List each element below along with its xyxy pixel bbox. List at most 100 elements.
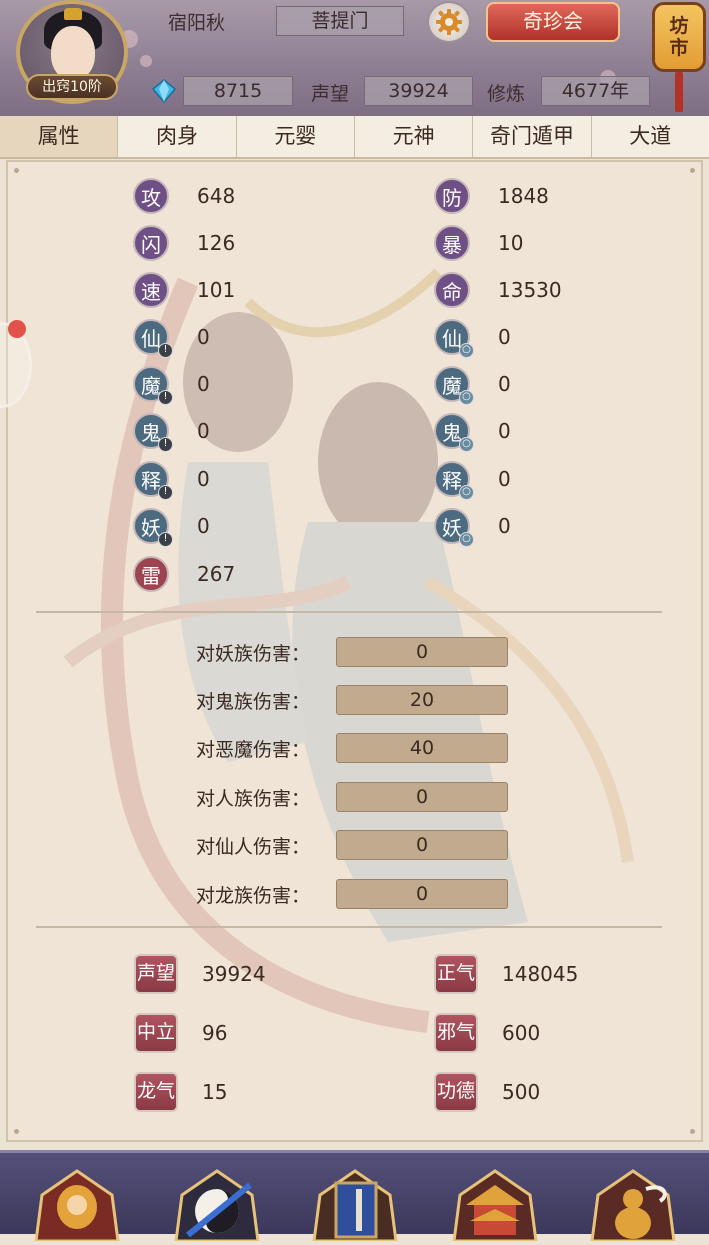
tab-qimen-dunjia[interactable]: 奇门遁甲 bbox=[473, 116, 592, 157]
pagoda-icon bbox=[452, 1169, 538, 1243]
damage-value: 0 bbox=[336, 782, 508, 812]
reputation-value: 39924 bbox=[364, 76, 473, 106]
damage-value: 0 bbox=[336, 830, 508, 860]
rep-badge-icon: 邪气 bbox=[434, 1013, 478, 1053]
lantern-tassel bbox=[675, 72, 683, 112]
book-icon bbox=[312, 1169, 398, 1243]
defense-value: 1848 bbox=[498, 184, 549, 208]
defense-icon: 防 bbox=[434, 178, 470, 214]
nav-gourd-button[interactable] bbox=[584, 1165, 682, 1243]
damage-value: 40 bbox=[336, 733, 508, 763]
rep-stat: 声望 39924 bbox=[134, 952, 266, 996]
stat-thunder: 雷 267 bbox=[133, 554, 235, 594]
nav-scripture-button[interactable] bbox=[306, 1165, 404, 1243]
rep-value: 148045 bbox=[502, 962, 579, 986]
tab-bar: 属性 肉身 元婴 元神 奇门遁甲 大道 bbox=[0, 116, 709, 159]
corner-ornament bbox=[690, 1129, 695, 1134]
nav-character-button[interactable] bbox=[28, 1165, 126, 1243]
thunder-value: 267 bbox=[197, 562, 236, 586]
tab-primordial-spirit[interactable]: 元神 bbox=[355, 116, 474, 157]
tab-nascent-soul[interactable]: 元婴 bbox=[237, 116, 355, 157]
corner-ornament bbox=[690, 168, 695, 173]
stat-buddha-attack: 释! 0 bbox=[133, 459, 210, 500]
thunder-icon: 雷 bbox=[133, 556, 169, 592]
rep-badge-icon: 功德 bbox=[434, 1072, 478, 1112]
sect-name: 菩提门 bbox=[276, 6, 404, 36]
treasure-auction-button[interactable]: 奇珍会 bbox=[486, 2, 620, 42]
stat-buddha-defense: 释 ○ 0 bbox=[434, 459, 511, 500]
tab-body[interactable]: 肉身 bbox=[118, 116, 237, 157]
gem-count: 8715 bbox=[183, 76, 293, 106]
attack-value: 648 bbox=[197, 184, 236, 208]
notification-dot bbox=[8, 320, 26, 338]
monster-defense-value: 0 bbox=[498, 514, 511, 538]
rep-badge-icon: 中立 bbox=[134, 1013, 178, 1053]
blossom-decoration bbox=[140, 55, 152, 67]
rep-stat: 中立 96 bbox=[134, 1011, 227, 1055]
rep-badge-icon: 正气 bbox=[434, 954, 478, 994]
damage-value: 20 bbox=[336, 685, 508, 715]
demon-defense-value: 0 bbox=[498, 372, 511, 396]
cultivation-label: 修炼 bbox=[487, 83, 526, 105]
stat-demon-attack: 魔! 0 bbox=[133, 364, 210, 405]
settings-button[interactable] bbox=[427, 1, 471, 43]
health-value: 13530 bbox=[498, 278, 562, 302]
market-lantern-button[interactable]: 坊 市 bbox=[652, 2, 706, 72]
attack-mark-icon: ! bbox=[158, 485, 173, 500]
demon-attack-value: 0 bbox=[197, 372, 210, 396]
cultivation-value: 4677年 bbox=[541, 76, 650, 106]
market-label-line1: 坊 bbox=[669, 15, 689, 37]
defense-mark-icon: ○ bbox=[459, 390, 474, 405]
critical-icon: 暴 bbox=[434, 225, 470, 261]
defense-mark-icon: ○ bbox=[459, 485, 474, 500]
stat-immortal-defense: 仙 ○ 0 bbox=[434, 317, 511, 358]
corner-ornament bbox=[14, 1129, 19, 1134]
rep-stat: 邪气 600 bbox=[434, 1011, 540, 1055]
defense-mark-icon: ○ bbox=[459, 343, 474, 358]
nav-skills-button[interactable] bbox=[168, 1165, 266, 1243]
ghost-defense-value: 0 bbox=[498, 419, 511, 443]
reputation-label: 声望 bbox=[311, 83, 350, 105]
rank-badge: 出窍10阶 bbox=[26, 74, 118, 100]
monster-attack-value: 0 bbox=[197, 514, 210, 538]
rep-value: 96 bbox=[202, 1021, 228, 1045]
rep-stat: 正气 148045 bbox=[434, 952, 578, 996]
buddha-attack-icon: 释! bbox=[133, 461, 173, 500]
rep-value: 600 bbox=[502, 1021, 541, 1045]
immortal-attack-icon: 仙! bbox=[133, 319, 173, 358]
damage-row: 对龙族伤害： 0 bbox=[196, 877, 508, 911]
attack-mark-icon: ! bbox=[158, 390, 173, 405]
rep-stat: 龙气 15 bbox=[134, 1070, 227, 1114]
demon-attack-icon: 魔! bbox=[133, 366, 173, 405]
defense-mark-icon: ○ bbox=[459, 532, 474, 547]
gem-icon bbox=[152, 79, 176, 103]
stat-speed: 速 101 bbox=[133, 270, 235, 310]
rep-stat: 功德 500 bbox=[434, 1070, 540, 1114]
stat-monster-attack: 妖! 0 bbox=[133, 506, 210, 547]
tab-great-dao[interactable]: 大道 bbox=[592, 116, 709, 157]
tab-attributes[interactable]: 属性 bbox=[0, 116, 119, 157]
speed-icon: 速 bbox=[133, 272, 169, 308]
stat-health: 命 13530 bbox=[434, 270, 562, 310]
section-divider bbox=[36, 926, 662, 928]
rep-badge-icon: 声望 bbox=[134, 954, 178, 994]
rep-value: 500 bbox=[502, 1080, 541, 1104]
ghost-defense-icon: 鬼 ○ bbox=[434, 413, 474, 452]
damage-value: 0 bbox=[336, 879, 508, 909]
critical-value: 10 bbox=[498, 231, 524, 255]
attack-mark-icon: ! bbox=[158, 343, 173, 358]
yin-yang-sword-icon bbox=[174, 1169, 260, 1243]
stat-defense: 防 1848 bbox=[434, 176, 549, 216]
avatar-face bbox=[51, 26, 95, 80]
stat-monster-defense: 妖 ○ 0 bbox=[434, 506, 511, 547]
corner-ornament bbox=[14, 168, 19, 173]
buddha-defense-icon: 释 ○ bbox=[434, 461, 474, 500]
damage-label: 对仙人伤害： bbox=[196, 835, 311, 858]
damage-label: 对龙族伤害： bbox=[196, 884, 311, 907]
gourd-icon bbox=[590, 1169, 676, 1243]
nav-palace-button[interactable] bbox=[446, 1165, 544, 1243]
rep-value: 15 bbox=[202, 1080, 228, 1104]
stat-ghost-defense: 鬼 ○ 0 bbox=[434, 411, 511, 452]
stat-critical: 暴 10 bbox=[434, 223, 523, 263]
damage-row: 对恶魔伤害： 40 bbox=[196, 731, 508, 765]
